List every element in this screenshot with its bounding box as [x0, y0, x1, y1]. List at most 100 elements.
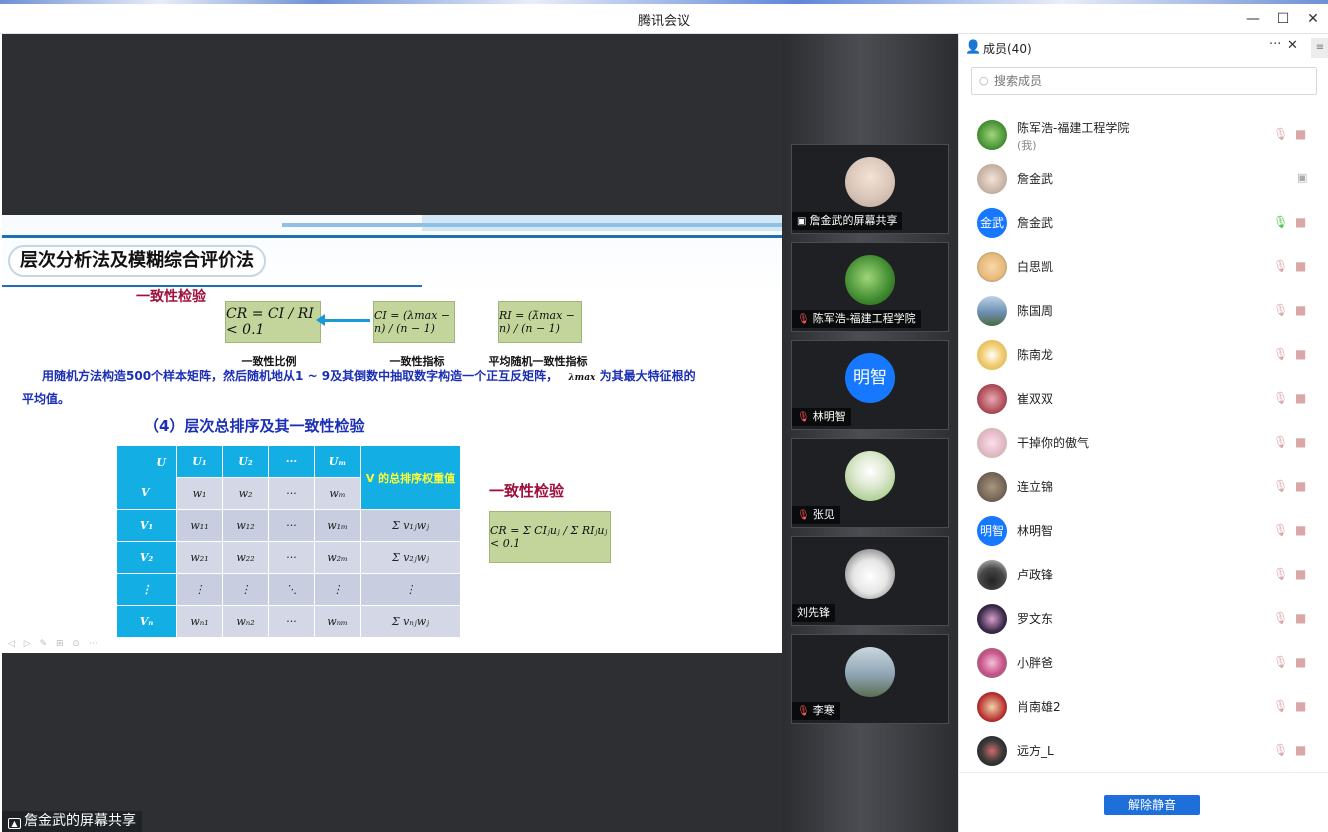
table-cell: w₁₂: [222, 509, 269, 542]
camera-off-icon[interactable]: ■: [1295, 699, 1306, 713]
list-item[interactable]: 崔双双 🎙 ■: [959, 377, 1328, 421]
camera-off-icon[interactable]: ■: [1295, 303, 1306, 317]
avatar: [977, 560, 1007, 590]
close-panel-icon[interactable]: ✕: [1287, 38, 1298, 53]
weight-cell: w₂: [222, 477, 269, 510]
camera-off-icon[interactable]: ■: [1295, 391, 1306, 405]
screen-share-icon: ▣: [797, 216, 807, 227]
camera-off-icon[interactable]: ■: [1295, 259, 1306, 273]
mic-muted-icon[interactable]: 🎙: [1273, 567, 1288, 581]
member-name: 干掉你的傲气: [1017, 436, 1090, 450]
list-item[interactable]: 干掉你的傲气 🎙 ■: [959, 421, 1328, 465]
mic-muted-icon[interactable]: 🎙: [1273, 127, 1288, 141]
more-options-icon[interactable]: ···: [1269, 37, 1281, 52]
arrow-icon: [316, 314, 370, 326]
paragraph-line1: 用随机方法构造500个样本矩阵，然后随机地从1 ~ 9及其倒数中抽取数字构造一个…: [42, 365, 696, 389]
paragraph-tail: 为其最大特征根的: [599, 369, 696, 383]
list-item[interactable]: 詹金武 ▣: [959, 157, 1328, 201]
mic-muted-icon[interactable]: 🎙: [1273, 655, 1288, 669]
table-cell: ···: [268, 605, 315, 638]
row-head: Vₙ: [116, 605, 177, 638]
video-tile[interactable]: 🎙 陈军浩-福建工程学院: [791, 242, 949, 332]
list-item[interactable]: 陈军浩-福建工程学院 (我) 🎙 ■: [959, 113, 1328, 157]
mic-muted-icon[interactable]: 🎙: [1273, 391, 1288, 405]
search-member-input[interactable]: [971, 67, 1317, 95]
camera-off-icon[interactable]: ■: [1295, 127, 1306, 141]
table-cell: w₁₁: [176, 509, 223, 542]
avatar: 金武: [977, 208, 1007, 238]
member-name: 卢政锋: [1017, 568, 1054, 582]
avatar: [977, 736, 1007, 766]
list-item[interactable]: 罗文东 🎙 ■: [959, 597, 1328, 641]
video-tile[interactable]: 明智 🎙 林明智: [791, 340, 949, 430]
camera-off-icon[interactable]: ■: [1295, 655, 1306, 669]
avatar: [977, 120, 1007, 150]
list-item[interactable]: 金武 詹金武 🎙 ■: [959, 201, 1328, 245]
camera-off-icon[interactable]: ■: [1295, 435, 1306, 449]
mic-on-icon[interactable]: 🎙: [1273, 215, 1288, 229]
video-tile[interactable]: 🎙 张见: [791, 438, 949, 528]
mic-muted-icon[interactable]: 🎙: [1273, 479, 1288, 493]
ranking-table: U V U₁ U₂ ··· Uₘ V 的总排序权重值 w₁ w₂ ··· wₘ …: [116, 445, 461, 638]
camera-off-icon[interactable]: ■: [1295, 347, 1306, 361]
camera-off-icon[interactable]: ■: [1295, 479, 1306, 493]
camera-off-icon[interactable]: ■: [1295, 611, 1306, 625]
screen-share-label: ▲ 詹金武的屏幕共享: [2, 811, 142, 832]
unmute-all-button[interactable]: 解除静音: [1104, 795, 1200, 815]
list-item[interactable]: 小胖爸 🎙 ■: [959, 641, 1328, 685]
camera-off-icon[interactable]: ■: [1295, 215, 1306, 229]
member-name: 崔双双: [1017, 392, 1054, 406]
list-item[interactable]: 陈国周 🎙 ■: [959, 289, 1328, 333]
table-cell: ···: [268, 541, 315, 574]
list-item[interactable]: 肖南雄2 🎙 ■: [959, 685, 1328, 729]
video-tile[interactable]: 🎙 李寒: [791, 634, 949, 724]
mic-muted-icon[interactable]: 🎙: [1273, 259, 1288, 273]
paragraph-text: 用随机方法构造500个样本矩阵，然后随机地从1 ~ 9及其倒数中抽取数字构造一个…: [42, 369, 559, 383]
table-cell: wₙₘ: [314, 605, 361, 638]
formula-total-cr: CR = Σ CIⱼuⱼ / Σ RIⱼuⱼ < 0.1: [489, 511, 611, 563]
mic-muted-icon: 🎙: [797, 314, 810, 325]
row-head: V₂: [116, 541, 177, 574]
member-name: 远方_L: [1017, 744, 1054, 758]
close-button[interactable]: ✕: [1300, 8, 1326, 30]
camera-off-icon[interactable]: ■: [1295, 523, 1306, 537]
list-item[interactable]: 连立锦 🎙 ■: [959, 465, 1328, 509]
mic-muted-icon[interactable]: 🎙: [1273, 611, 1288, 625]
avatar: [977, 340, 1007, 370]
shared-screen-stage[interactable]: 层次分析法及模糊综合评价法 一致性检验 CR = CI / RI < 0.1 C…: [2, 34, 782, 832]
table-cell: Σ vₙⱼwⱼ: [360, 605, 461, 638]
video-tile[interactable]: ▣ 詹金武的屏幕共享: [791, 144, 949, 234]
list-item[interactable]: 明智 林明智 🎙 ■: [959, 509, 1328, 553]
corner-u: U: [156, 456, 166, 469]
mic-muted-icon[interactable]: 🎙: [1273, 347, 1288, 361]
list-item[interactable]: 卢政锋 🎙 ■: [959, 553, 1328, 597]
col-head: Uₘ: [314, 445, 361, 478]
video-tile[interactable]: 刘先锋: [791, 536, 949, 626]
mic-muted-icon[interactable]: 🎙: [1273, 743, 1288, 757]
col-head: ···: [268, 445, 315, 478]
member-name: 小胖爸: [1017, 656, 1054, 670]
share-label-text: 詹金武的屏幕共享: [24, 813, 136, 829]
list-item[interactable]: 远方_L 🎙 ■: [959, 729, 1328, 773]
maximize-button[interactable]: ☐: [1270, 8, 1296, 30]
minimize-button[interactable]: —: [1240, 8, 1266, 30]
panel-footer: 解除静音: [959, 772, 1328, 832]
member-self-tag: (我): [1017, 139, 1037, 152]
slide-toolbar[interactable]: ◁ ▷ ✎ ⊞ ⊙ ⋯: [8, 639, 101, 649]
panel-menu-icon[interactable]: ≡: [1311, 38, 1328, 58]
avatar: 明智: [845, 353, 895, 403]
mic-muted-icon[interactable]: 🎙: [1273, 699, 1288, 713]
member-name: 罗文东: [1017, 612, 1054, 626]
list-item[interactable]: 陈南龙 🎙 ■: [959, 333, 1328, 377]
tile-name-text: 张见: [812, 508, 835, 521]
banner-stripe: [422, 215, 782, 231]
mic-muted-icon[interactable]: 🎙: [1273, 435, 1288, 449]
avatar: [845, 451, 895, 501]
camera-off-icon[interactable]: ■: [1295, 567, 1306, 581]
video-tile-name: 刘先锋: [792, 604, 835, 622]
avatar: [977, 164, 1007, 194]
camera-off-icon[interactable]: ■: [1295, 743, 1306, 757]
mic-muted-icon[interactable]: 🎙: [1273, 303, 1288, 317]
mic-muted-icon[interactable]: 🎙: [1273, 523, 1288, 537]
list-item[interactable]: 白思凯 🎙 ■: [959, 245, 1328, 289]
